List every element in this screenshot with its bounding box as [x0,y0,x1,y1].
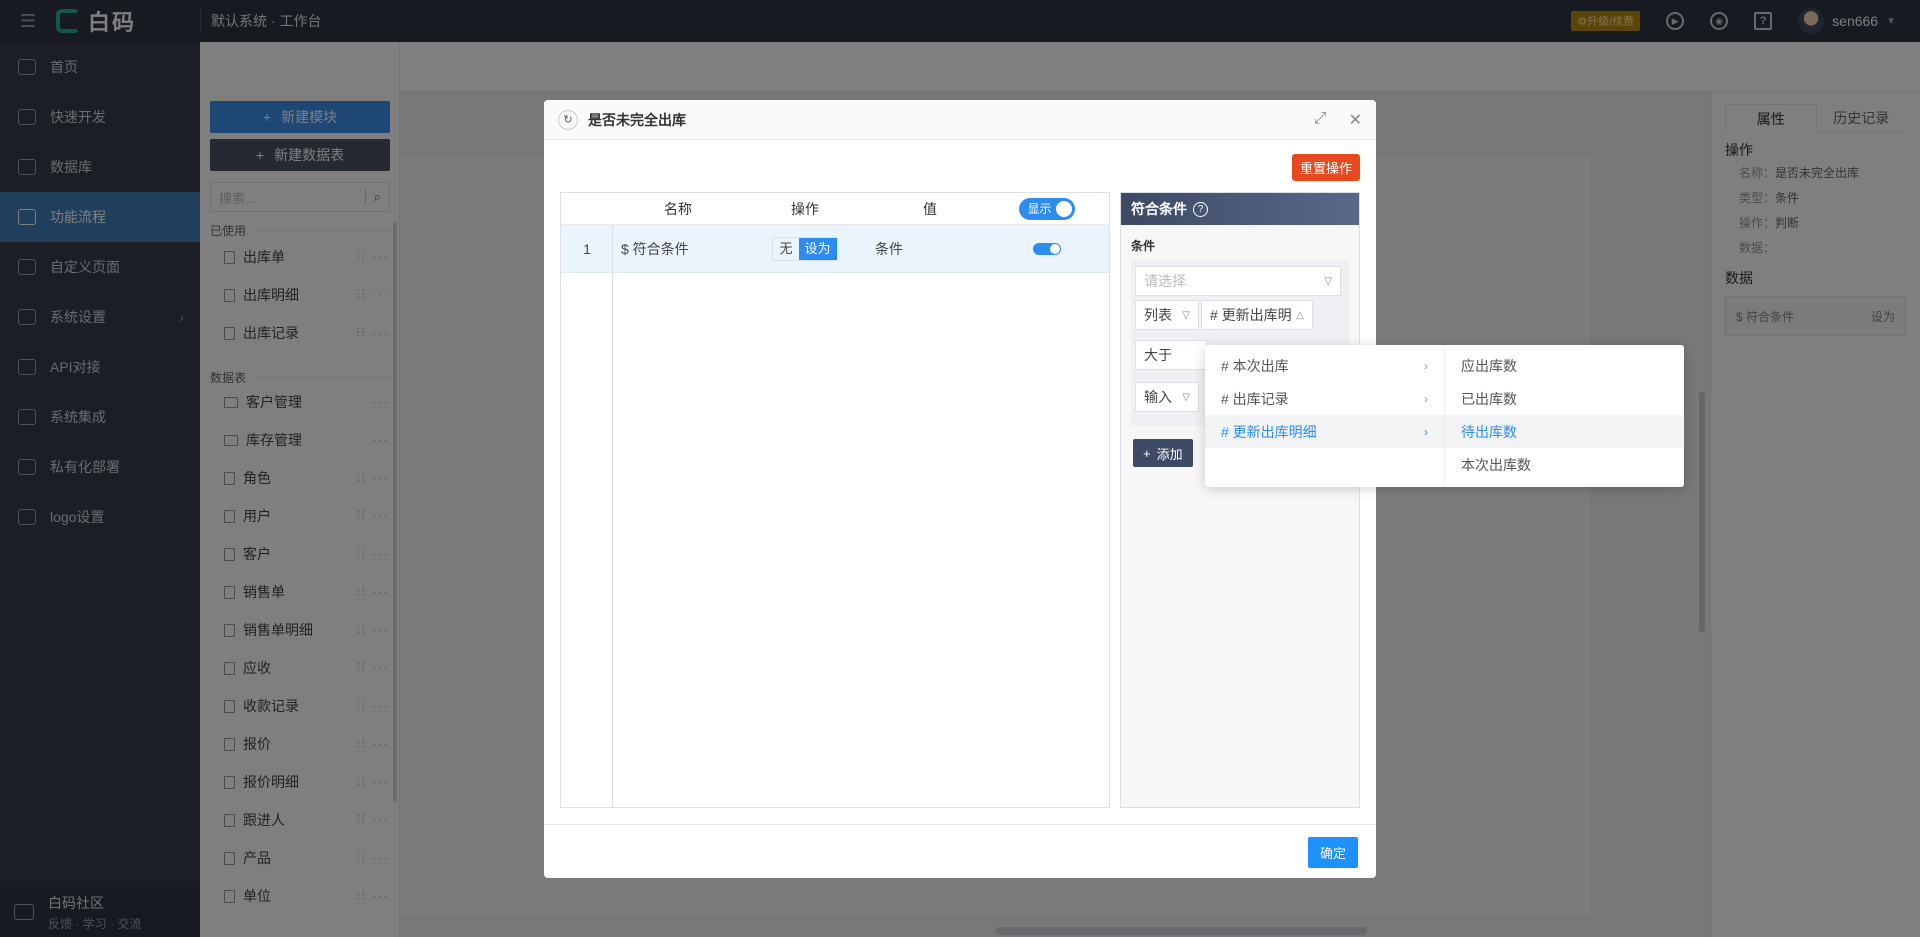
op-segmented-control: 无 设为 [772,236,838,261]
show-all-toggle[interactable]: 显示 [1019,197,1075,220]
condition-panel: 符合条件 ? 条件 请选择 ▽ 列表 ▽ # 更新出库明 △ 大于 输入 ▽ + 添加 [1120,192,1360,808]
field-cascader-dropdown: # 本次出库 › # 出库记录 › # 更新出库明细 › 应出库数 已出库数 待出库数… [1205,345,1684,487]
option-label: # 本次出库 [1221,357,1289,374]
table-header: 名称 操作 值 显示 [561,193,1109,225]
header-show: 显示 [985,197,1109,220]
chevron-down-icon: ▽ [1324,275,1332,287]
select-placeholder: 请选择 [1144,273,1186,289]
condition-header: 符合条件 ? [1121,193,1359,225]
table-column-divider [612,225,613,807]
chevron-down-icon: ▽ [1182,391,1190,403]
button-label: 添加 [1156,446,1183,462]
dialog-header-actions: ⤢ ✕ [1314,110,1362,130]
cascader-option[interactable]: 本次出库数 [1445,448,1684,481]
op-set-option[interactable]: 设为 [798,237,837,260]
dialog-header: ↻ 是否未完全出库 ⤢ ✕ [544,100,1376,140]
plus-icon: + [1143,445,1151,461]
confirm-button[interactable]: 确定 [1307,837,1358,868]
help-icon[interactable]: ? [1193,201,1208,217]
select-value: 输入 [1144,389,1172,405]
cascader-option[interactable]: # 出库记录 › [1205,382,1444,415]
type-select[interactable]: 列表 ▽ [1135,300,1199,330]
row-op: 无 设为 [735,236,875,261]
row-index: 1 [583,240,591,257]
chevron-right-icon: › [1424,358,1428,373]
cascader-column-2: 应出库数 已出库数 待出库数 本次出库数 [1445,349,1684,483]
option-label: # 更新出库明细 [1221,423,1317,440]
fullscreen-icon[interactable]: ⤢ [1314,110,1327,130]
add-condition-button[interactable]: + 添加 [1133,439,1193,467]
dialog-footer: 确定 [544,824,1376,878]
header-op: 操作 [791,200,819,217]
condition-label: 条件 [1131,239,1156,253]
reset-operation-button[interactable]: 重置操作 [1291,154,1360,181]
condition-select[interactable]: 请选择 ▽ [1135,266,1341,296]
header-value: 值 [923,200,937,217]
cascader-option[interactable]: 已出库数 [1445,382,1684,415]
refresh-icon[interactable]: ↻ [558,109,578,130]
op-none-option[interactable]: 无 [773,238,798,260]
table-row[interactable]: 1 $ 符合条件 无 设为 条件 [561,225,1109,273]
operator-select[interactable]: 大于 [1135,340,1207,370]
row-value: 条件 [875,240,903,257]
row-show-toggle[interactable] [1033,242,1061,255]
chevron-right-icon: › [1424,391,1428,406]
input-type-select[interactable]: 输入 ▽ [1135,382,1199,412]
select-value: # 更新出库明 [1210,307,1292,323]
dialog-title: 是否未完全出库 [588,111,686,128]
row-show [985,242,1109,255]
toggle-knob [1055,200,1072,217]
select-value: 大于 [1144,347,1172,363]
chevron-up-icon: △ [1296,309,1304,321]
assignment-table: 名称 操作 值 显示 1 $ 符合条件 无 设为 条件 [560,192,1110,808]
condition-title: 符合条件 [1131,201,1187,217]
close-icon[interactable]: ✕ [1349,110,1362,130]
chevron-down-icon: ▽ [1182,309,1190,321]
cascader-option-active[interactable]: # 更新出库明细 › [1205,415,1444,448]
cascader-option[interactable]: # 本次出库 › [1205,349,1444,382]
header-name: 名称 [664,200,692,217]
row-name: $ 符合条件 [621,240,689,257]
field-select[interactable]: # 更新出库明 △ [1201,300,1313,330]
option-label: # 出库记录 [1221,390,1289,407]
operation-dialog: ↻ 是否未完全出库 ⤢ ✕ 重置操作 名称 操作 值 显示 1 $ 符合条件 无… [544,100,1376,878]
cascader-column-1: # 本次出库 › # 出库记录 › # 更新出库明细 › [1205,349,1445,483]
toggle-label: 显示 [1027,202,1052,216]
cascader-option[interactable]: 应出库数 [1445,349,1684,382]
chevron-right-icon: › [1424,424,1428,439]
cascader-option-active[interactable]: 待出库数 [1445,415,1684,448]
select-value: 列表 [1144,307,1172,323]
